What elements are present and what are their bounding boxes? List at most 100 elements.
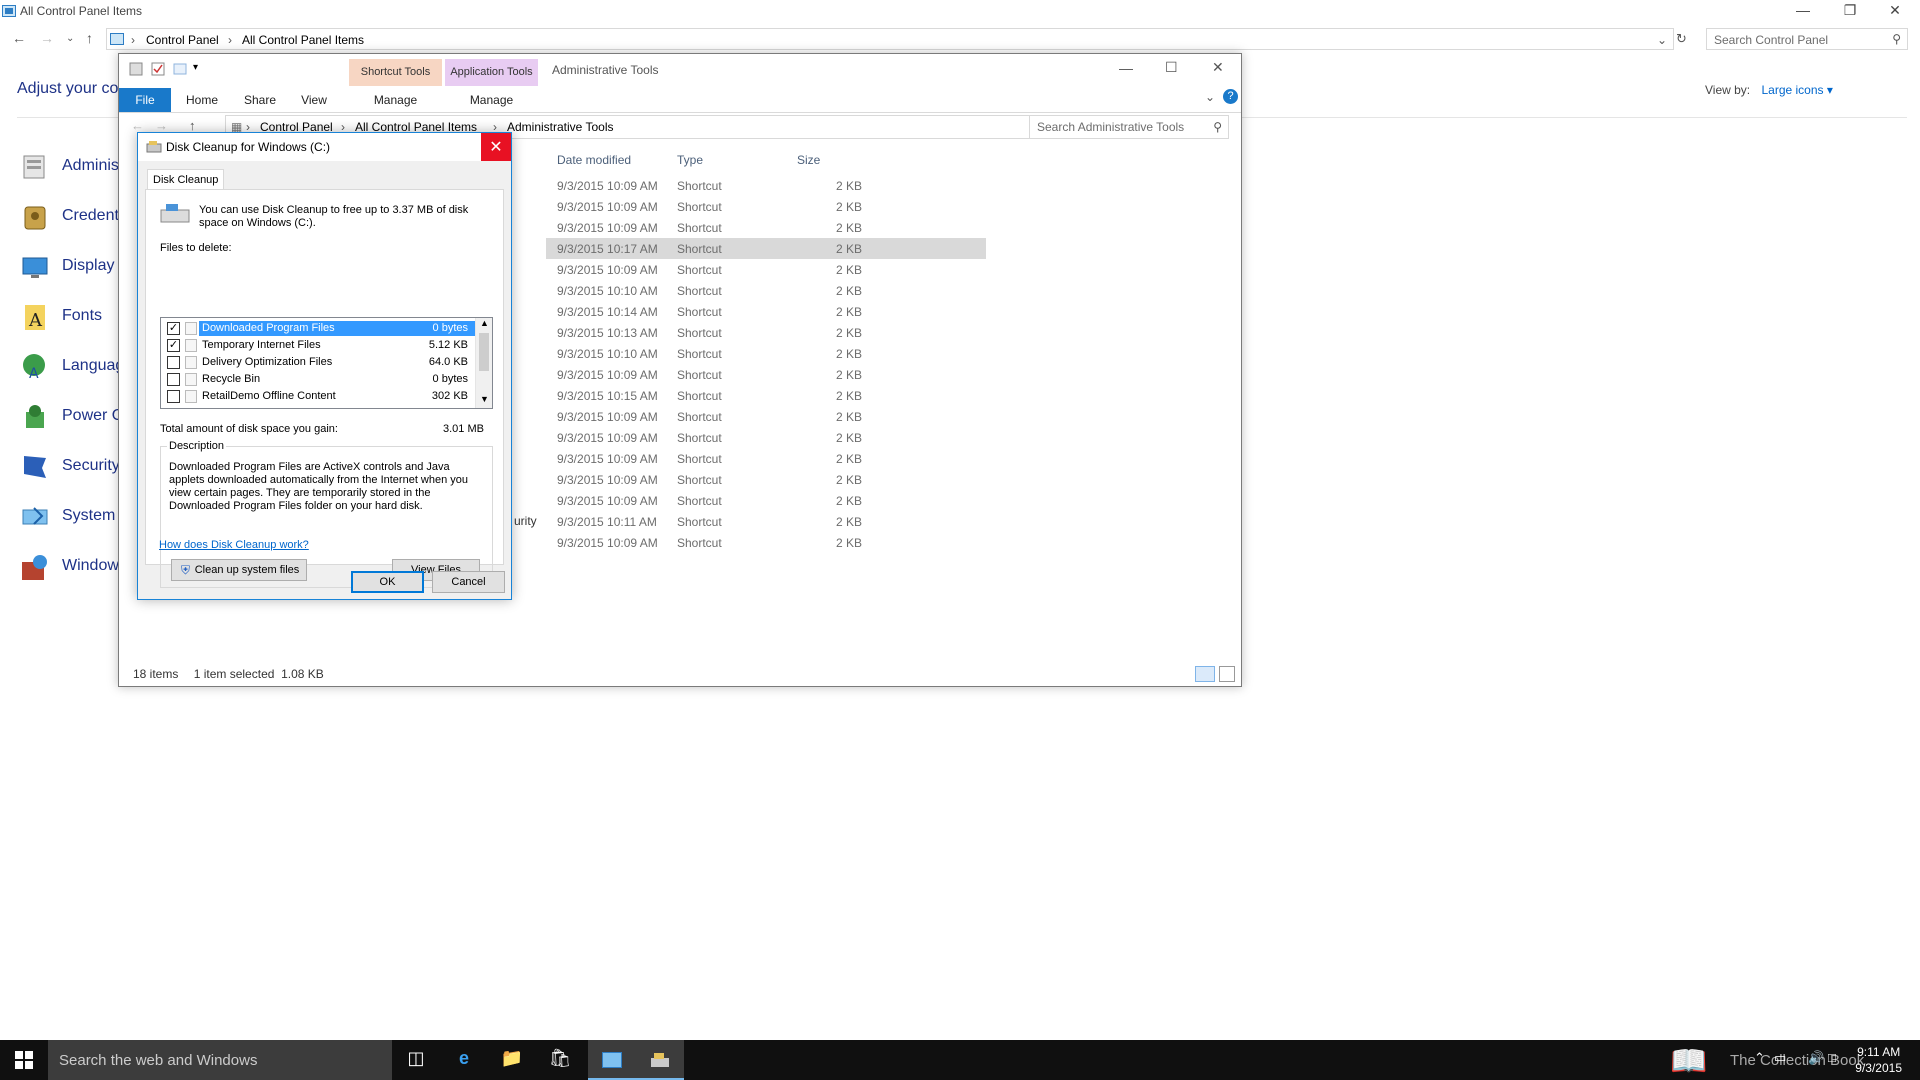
file-checkbox[interactable]: ✓ <box>167 322 180 335</box>
control-panel-navbar: ← → ⌄ ↑ › Control Panel › All Control Pa… <box>0 24 1920 54</box>
table-row[interactable]: 9/3/2015 10:09 AM Shortcut 2 KB <box>546 364 986 385</box>
recent-dropdown-icon[interactable]: ⌄ <box>66 33 74 44</box>
control-panel-taskbar-icon[interactable] <box>588 1040 636 1080</box>
tab-shortcut-tools[interactable]: Shortcut Tools <box>349 59 442 86</box>
scroll-up-icon[interactable]: ▲ <box>480 318 489 328</box>
ok-button[interactable]: OK <box>351 571 424 593</box>
system-clock[interactable]: 9:11 AM 9/3/2015 <box>1855 1044 1902 1076</box>
list-item[interactable]: ✓ Downloaded Program Files 0 bytes <box>161 320 476 337</box>
taskbar-search-box[interactable]: Search the web and Windows <box>48 1040 392 1080</box>
list-item[interactable]: ✓ Temporary Internet Files 5.12 KB <box>161 337 476 354</box>
list-item[interactable]: RetailDemo Offline Content 302 KB <box>161 388 476 405</box>
table-row[interactable]: 9/3/2015 10:10 AM Shortcut 2 KB <box>546 280 986 301</box>
table-row[interactable]: 9/3/2015 10:09 AM Shortcut 2 KB <box>546 532 986 553</box>
file-explorer-icon[interactable]: 📁 <box>488 1040 536 1080</box>
admin-tools-icon <box>129 62 143 76</box>
column-size[interactable]: Size <box>797 153 820 167</box>
forward-arrow-icon[interactable]: → <box>40 30 54 46</box>
help-link[interactable]: How does Disk Cleanup work? <box>159 539 309 551</box>
clean-up-system-files-button[interactable]: ⛨ Clean up system files <box>171 559 307 581</box>
volume-icon[interactable]: 🔊 <box>1808 1050 1824 1066</box>
column-type[interactable]: Type <box>677 153 703 167</box>
breadcrumb-control-panel[interactable]: Control Panel <box>146 33 219 47</box>
column-date-modified[interactable]: Date modified <box>557 153 631 167</box>
store-icon[interactable]: 🛍 <box>536 1040 584 1080</box>
minimize-button[interactable]: — <box>1788 2 1818 18</box>
notifications-icon[interactable]: □ <box>1828 1050 1836 1065</box>
back-arrow-icon[interactable]: ← <box>12 30 26 46</box>
breadcrumb-all-items[interactable]: All Control Panel Items <box>242 33 364 47</box>
tab-application-tools[interactable]: Application Tools <box>445 59 538 86</box>
file-checkbox[interactable] <box>167 356 180 369</box>
scroll-thumb[interactable] <box>479 333 489 371</box>
list-scrollbar[interactable]: ▲ ▼ <box>475 318 492 408</box>
help-icon[interactable]: ? <box>1223 89 1238 104</box>
table-row[interactable]: 9/3/2015 10:09 AM Shortcut 2 KB <box>546 217 986 238</box>
back-arrow-icon[interactable]: ← <box>131 118 144 133</box>
scroll-down-icon[interactable]: ▼ <box>480 394 489 404</box>
maximize-button[interactable]: ☐ <box>1165 59 1178 76</box>
table-row[interactable]: 9/3/2015 10:09 AM Shortcut 2 KB <box>546 196 986 217</box>
search-icon[interactable]: ⚲ <box>1892 32 1901 46</box>
table-row[interactable]: 9/3/2015 10:09 AM Shortcut 2 KB <box>546 490 986 511</box>
ribbon-expand-icon[interactable]: ⌄ <box>1205 90 1215 104</box>
table-row[interactable]: 9/3/2015 10:09 AM Shortcut 2 KB <box>546 406 986 427</box>
network-icon[interactable]: ▭ <box>1774 1050 1786 1066</box>
dialog-close-button[interactable]: ✕ <box>481 133 511 161</box>
large-icons-view-icon[interactable] <box>1219 666 1235 682</box>
task-view-icon[interactable]: ◫ <box>392 1040 440 1080</box>
file-checkbox[interactable] <box>167 373 180 386</box>
table-row[interactable]: 9/3/2015 10:17 AM Shortcut 2 KB <box>546 238 986 259</box>
explorer-titlebar: ▾ Shortcut Tools Application Tools Admin… <box>119 54 1241 86</box>
address-bar[interactable]: › Control Panel › All Control Panel Item… <box>106 28 1674 50</box>
list-item[interactable]: Delivery Optimization Files 64.0 KB <box>161 354 476 371</box>
quick-access-dropdown-icon[interactable]: ▾ <box>193 62 198 73</box>
restore-button[interactable]: ❐ <box>1835 2 1865 19</box>
table-row[interactable]: 9/3/2015 10:15 AM Shortcut 2 KB <box>546 385 986 406</box>
file-checkbox[interactable]: ✓ <box>167 339 180 352</box>
table-row[interactable]: 9/3/2015 10:13 AM Shortcut 2 KB <box>546 322 986 343</box>
tab-manage-shortcut[interactable]: Manage <box>349 88 442 112</box>
details-view-icon[interactable] <box>1195 666 1215 682</box>
forward-arrow-icon[interactable]: → <box>155 118 168 133</box>
close-button[interactable]: ✕ <box>1212 59 1224 76</box>
properties-icon[interactable] <box>151 62 165 76</box>
start-button[interactable] <box>0 1040 48 1080</box>
search-icon[interactable]: ⚲ <box>1213 120 1222 134</box>
table-row[interactable]: 9/3/2015 10:09 AM Shortcut 2 KB <box>546 175 986 196</box>
file-checkbox[interactable] <box>167 390 180 403</box>
breadcrumb-administrative-tools[interactable]: Administrative Tools <box>507 120 614 134</box>
table-row[interactable]: 9/3/2015 10:11 AM Shortcut 2 KB <box>546 511 986 532</box>
close-button[interactable]: ✕ <box>1880 2 1910 19</box>
cancel-button[interactable]: Cancel <box>432 571 505 593</box>
minimize-button[interactable]: — <box>1119 60 1133 76</box>
table-row[interactable]: 9/3/2015 10:10 AM Shortcut 2 KB <box>546 343 986 364</box>
search-administrative-tools-input[interactable]: Search Administrative Tools ⚲ <box>1029 115 1229 139</box>
cp-item-label: Credent <box>62 207 119 224</box>
up-arrow-icon[interactable]: ↑ <box>86 30 93 46</box>
table-row[interactable]: 9/3/2015 10:09 AM Shortcut 2 KB <box>546 427 986 448</box>
new-folder-icon[interactable] <box>173 62 187 76</box>
address-dropdown-icon[interactable]: ⌄ <box>1657 33 1667 47</box>
edge-browser-icon[interactable]: e <box>440 1040 488 1080</box>
table-row[interactable]: 9/3/2015 10:09 AM Shortcut 2 KB <box>546 259 986 280</box>
files-to-delete-list[interactable]: ✓ Downloaded Program Files 0 bytes ✓ Tempora… <box>160 317 493 409</box>
refresh-icon[interactable]: ↻ <box>1676 31 1687 47</box>
disk-cleanup-taskbar-icon[interactable] <box>636 1040 684 1080</box>
view-by-dropdown[interactable]: Large icons ▾ <box>1761 83 1832 97</box>
tab-share[interactable]: Share <box>235 88 285 112</box>
list-item[interactable]: Recycle Bin 0 bytes <box>161 371 476 388</box>
tab-home[interactable]: Home <box>177 88 227 112</box>
tab-manage-application[interactable]: Manage <box>445 88 538 112</box>
breadcrumb-chevron-icon: › <box>131 33 135 47</box>
search-control-panel-input[interactable]: Search Control Panel ⚲ <box>1706 28 1908 50</box>
up-arrow-icon[interactable]: ↑ <box>189 118 196 133</box>
table-row[interactable]: 9/3/2015 10:14 AM Shortcut 2 KB <box>546 301 986 322</box>
tab-file[interactable]: File <box>119 88 171 112</box>
table-row[interactable]: 9/3/2015 10:09 AM Shortcut 2 KB <box>546 469 986 490</box>
admin-tools-icon <box>23 155 45 179</box>
tab-view[interactable]: View <box>291 88 337 112</box>
show-hidden-icons-icon[interactable]: ⌃ <box>1754 1050 1765 1066</box>
tab-disk-cleanup[interactable]: Disk Cleanup <box>147 169 225 190</box>
table-row[interactable]: 9/3/2015 10:09 AM Shortcut 2 KB <box>546 448 986 469</box>
